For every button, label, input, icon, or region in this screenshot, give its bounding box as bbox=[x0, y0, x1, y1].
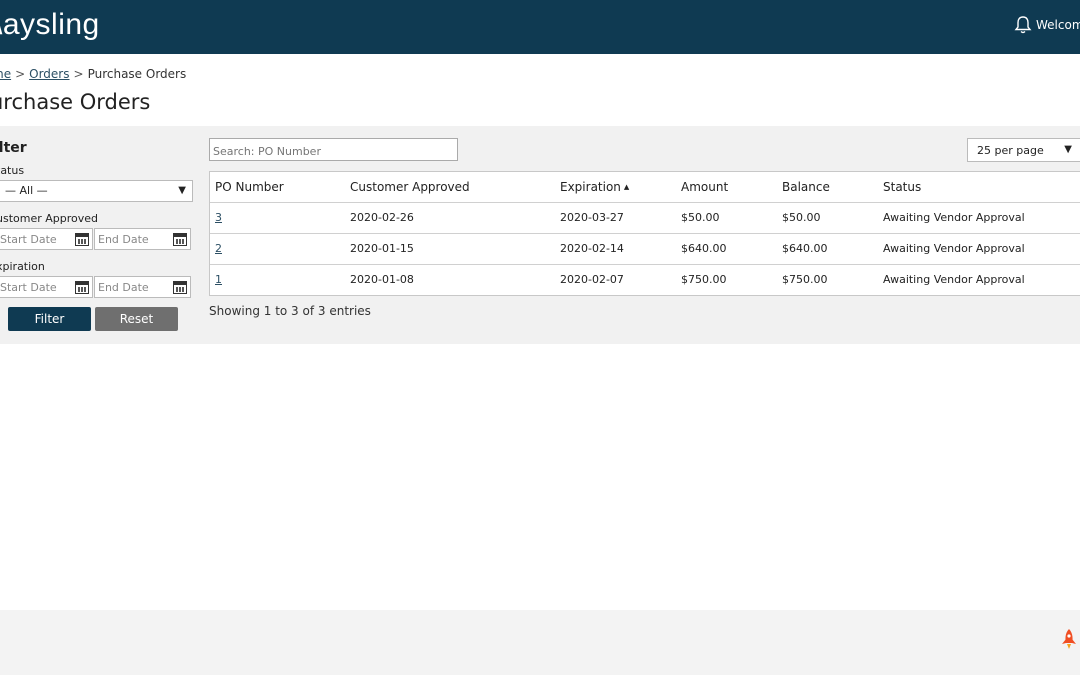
per-page-select[interactable]: 25 per page ▼ bbox=[967, 138, 1080, 162]
calendar-icon[interactable] bbox=[173, 281, 187, 294]
column-header-po-number[interactable]: PO Number bbox=[215, 172, 284, 202]
breadcrumb: me>Orders>Purchase Orders bbox=[0, 67, 186, 81]
breadcrumb-home-link[interactable]: me bbox=[0, 67, 11, 81]
rocket-icon[interactable] bbox=[1060, 628, 1080, 650]
table-entries-info: Showing 1 to 3 of 3 entries bbox=[209, 304, 371, 318]
column-header-balance[interactable]: Balance bbox=[782, 172, 830, 202]
customer-approved-cell: 2020-01-15 bbox=[350, 242, 414, 255]
customer-approved-end-date[interactable]: End Date bbox=[94, 228, 191, 250]
calendar-icon[interactable] bbox=[173, 233, 187, 246]
status-cell: Awaiting Vendor Approval bbox=[883, 273, 1025, 286]
table-row: 1 2020-01-08 2020-02-07 $750.00 $750.00 … bbox=[210, 264, 1080, 295]
column-header-customer-approved[interactable]: Customer Approved bbox=[350, 172, 470, 202]
amount-cell: $750.00 bbox=[681, 273, 727, 286]
balance-cell: $640.00 bbox=[782, 242, 828, 255]
page-title: urchase Orders bbox=[0, 90, 151, 114]
po-number-link[interactable]: 2 bbox=[215, 242, 222, 255]
expiration-end-date[interactable]: End Date bbox=[94, 276, 191, 298]
status-select-value: — All — bbox=[5, 184, 48, 197]
customer-approved-label: ustomer Approved bbox=[0, 212, 99, 225]
column-header-status[interactable]: Status bbox=[883, 172, 921, 202]
start-date-placeholder: Start Date bbox=[0, 233, 57, 246]
table-row: 2 2020-01-15 2020-02-14 $640.00 $640.00 … bbox=[210, 233, 1080, 264]
logo-text: aysling bbox=[2, 8, 100, 41]
po-number-cell: 3 bbox=[215, 203, 222, 233]
filter-button[interactable]: Filter bbox=[8, 307, 91, 331]
po-number-link[interactable]: 3 bbox=[215, 211, 222, 224]
status-label: tatus bbox=[0, 164, 25, 177]
po-number-link[interactable]: 1 bbox=[215, 273, 222, 286]
filter-heading: ilter bbox=[0, 140, 27, 156]
column-header-expiration[interactable]: Expiration ▲ bbox=[560, 172, 629, 202]
balance-cell: $750.00 bbox=[782, 273, 828, 286]
expiration-label: xpiration bbox=[0, 260, 45, 273]
po-number-cell: 1 bbox=[215, 265, 222, 295]
chevron-down-icon: ▼ bbox=[178, 185, 186, 196]
column-header-expiration-label: Expiration bbox=[560, 180, 621, 194]
sort-ascending-icon: ▲ bbox=[623, 183, 630, 191]
table-row: 3 2020-02-26 2020-03-27 $50.00 $50.00 Aw… bbox=[210, 202, 1080, 233]
breadcrumb-separator: > bbox=[15, 67, 26, 81]
status-select[interactable]: — All — ▼ bbox=[0, 180, 193, 202]
per-page-value: 25 per page bbox=[977, 144, 1044, 157]
footer bbox=[0, 610, 1080, 675]
expiration-cell: 2020-02-07 bbox=[560, 273, 624, 286]
table-header-row: PO Number Customer Approved Expiration ▲ … bbox=[210, 172, 1080, 202]
expiration-cell: 2020-02-14 bbox=[560, 242, 624, 255]
calendar-icon[interactable] bbox=[75, 281, 89, 294]
breadcrumb-current: Purchase Orders bbox=[87, 67, 187, 81]
brand-logo[interactable]: \aysling bbox=[0, 8, 100, 42]
purchase-orders-table: PO Number Customer Approved Expiration ▲ … bbox=[209, 171, 1080, 296]
top-navigation-bar: \aysling Welcome bbox=[0, 0, 1080, 54]
end-date-placeholder: End Date bbox=[98, 233, 149, 246]
customer-approved-start-date[interactable]: Start Date bbox=[0, 228, 93, 250]
status-cell: Awaiting Vendor Approval bbox=[883, 211, 1025, 224]
po-number-cell: 2 bbox=[215, 234, 222, 264]
amount-cell: $50.00 bbox=[681, 211, 720, 224]
breadcrumb-separator: > bbox=[73, 67, 84, 81]
breadcrumb-orders-link[interactable]: Orders bbox=[29, 67, 69, 81]
po-number-search-input[interactable] bbox=[209, 138, 458, 161]
status-cell: Awaiting Vendor Approval bbox=[883, 242, 1025, 255]
amount-cell: $640.00 bbox=[681, 242, 727, 255]
expiration-cell: 2020-03-27 bbox=[560, 211, 624, 224]
bell-icon[interactable] bbox=[1014, 15, 1032, 35]
chevron-down-icon: ▼ bbox=[1064, 144, 1072, 155]
welcome-user-menu[interactable]: Welcome bbox=[1036, 18, 1080, 32]
customer-approved-cell: 2020-01-08 bbox=[350, 273, 414, 286]
column-header-amount[interactable]: Amount bbox=[681, 172, 728, 202]
calendar-icon[interactable] bbox=[75, 233, 89, 246]
end-date-placeholder: End Date bbox=[98, 281, 149, 294]
expiration-start-date[interactable]: Start Date bbox=[0, 276, 93, 298]
customer-approved-cell: 2020-02-26 bbox=[350, 211, 414, 224]
start-date-placeholder: Start Date bbox=[0, 281, 57, 294]
balance-cell: $50.00 bbox=[782, 211, 821, 224]
reset-button[interactable]: Reset bbox=[95, 307, 178, 331]
